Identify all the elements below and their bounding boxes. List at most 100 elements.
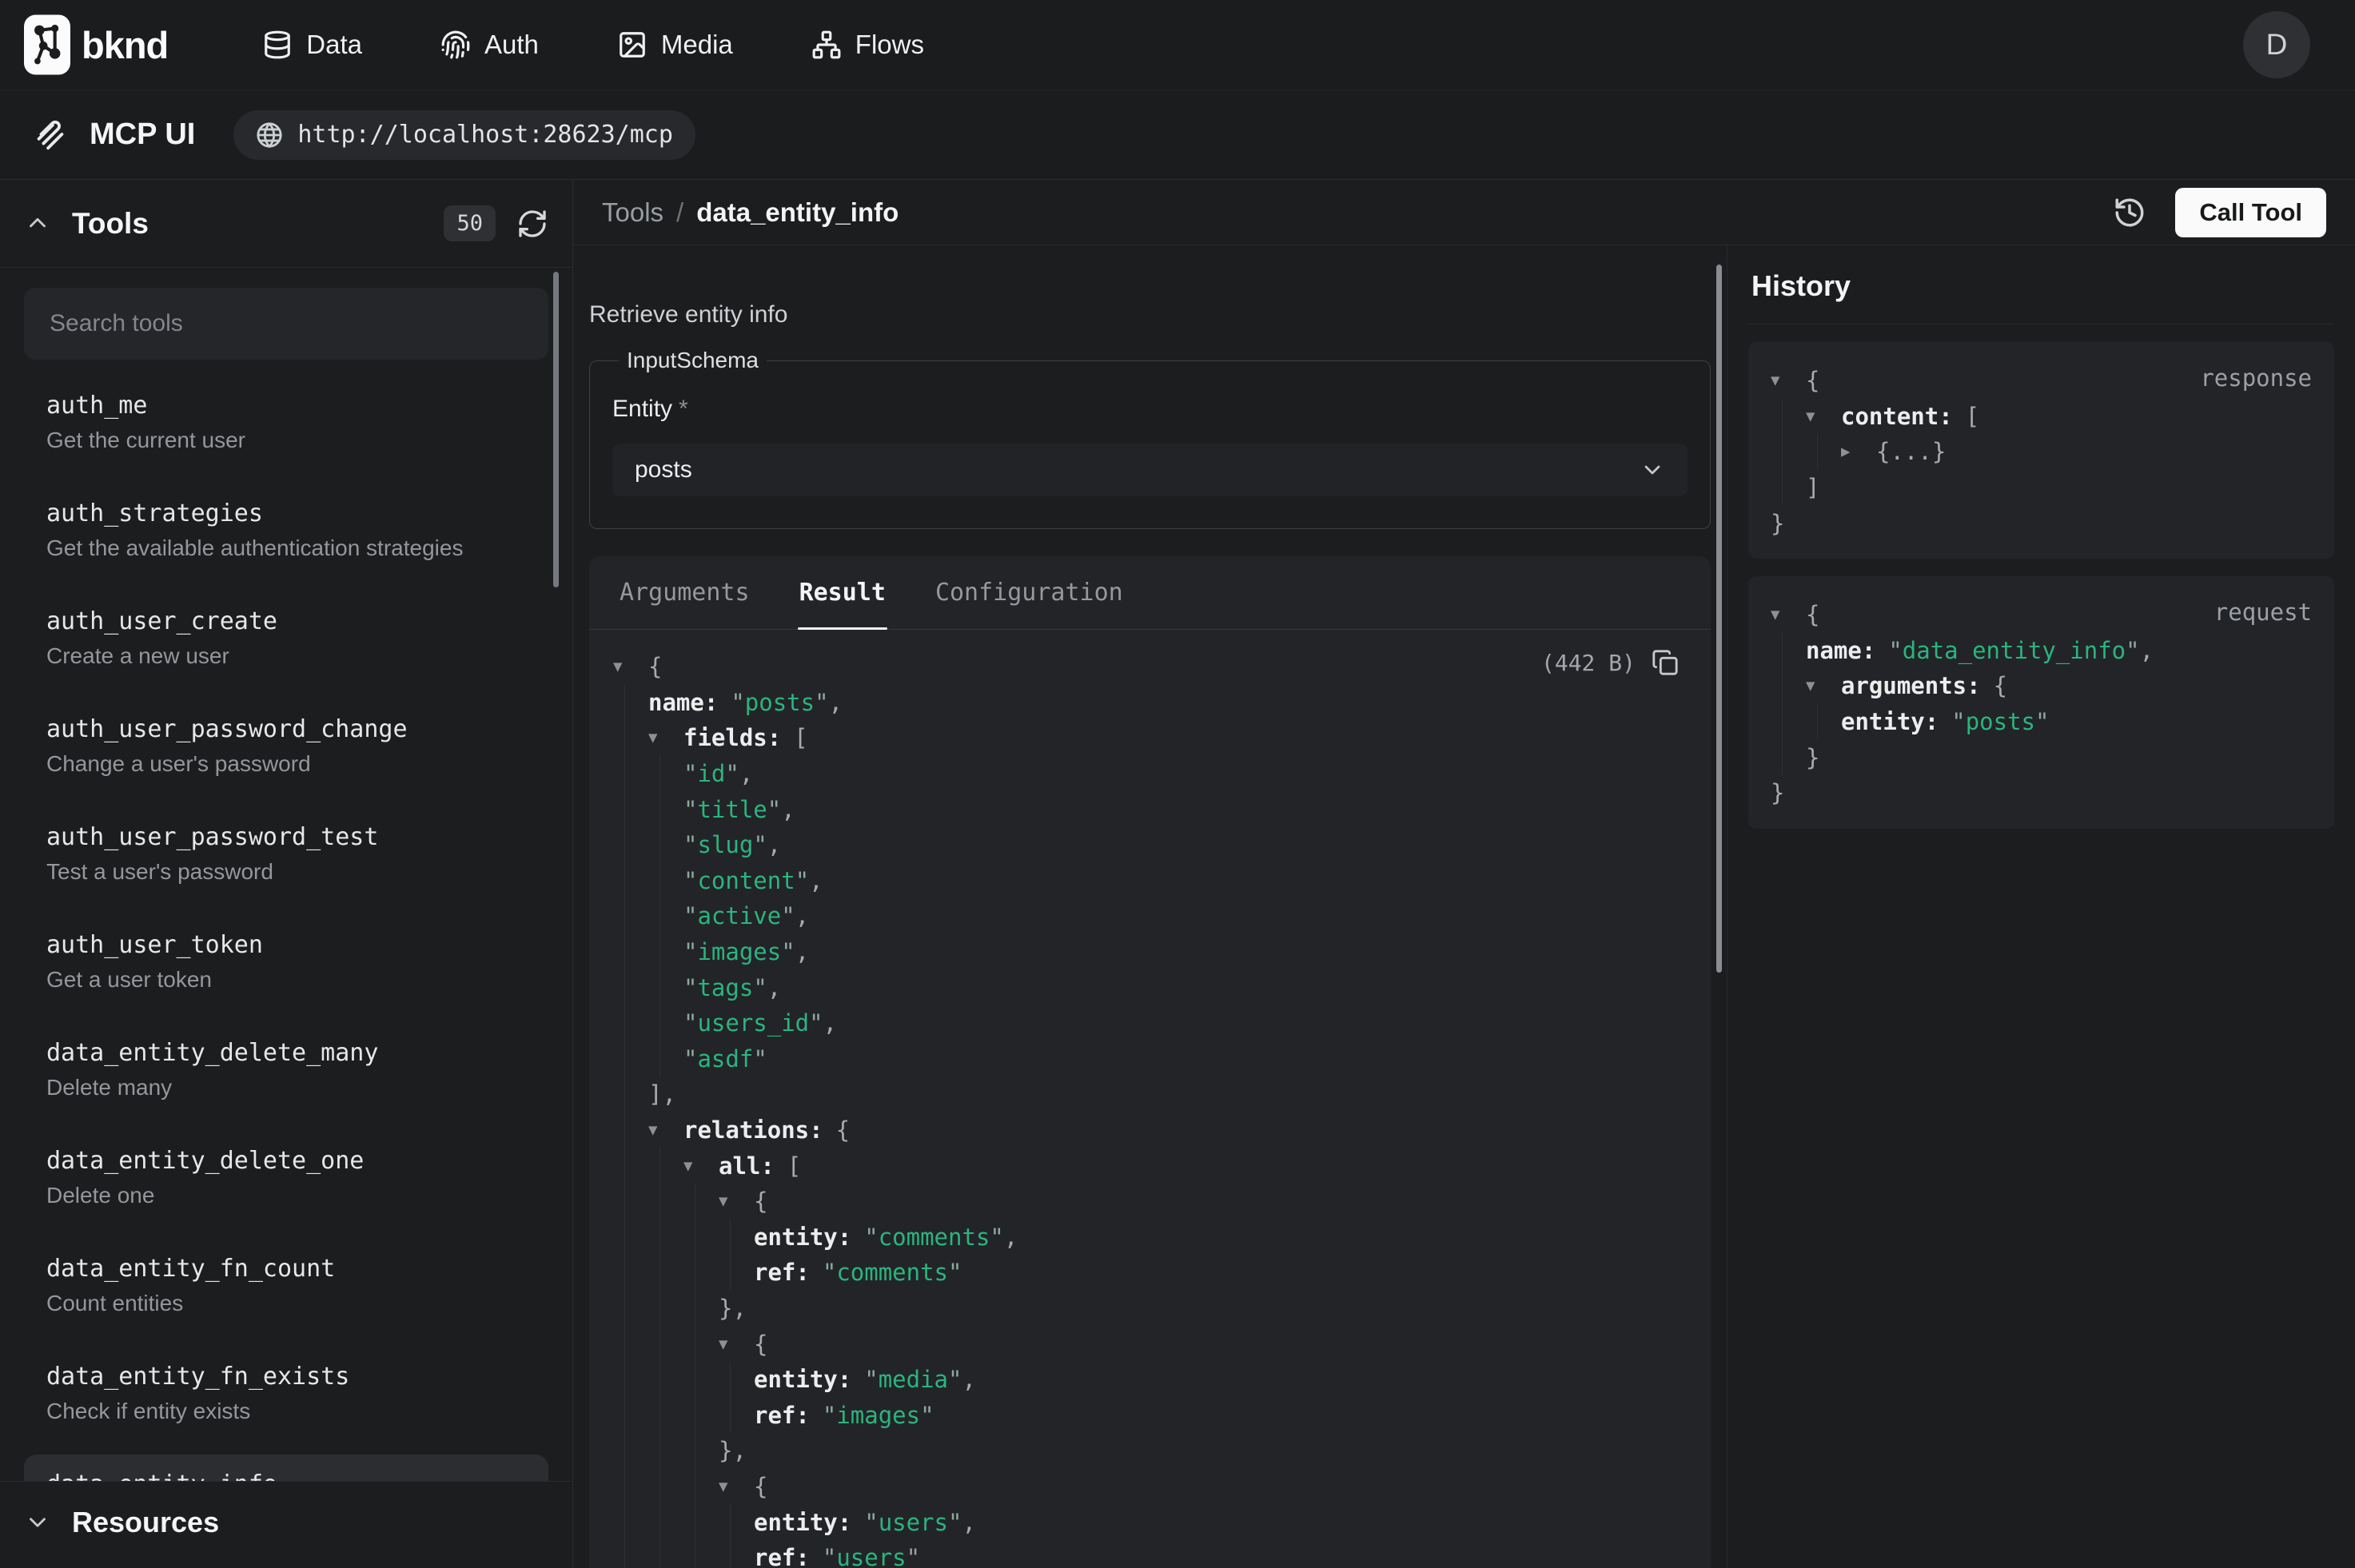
tool-list-item-data_entity_info[interactable]: data_entity_infoRetrieve entity info	[24, 1455, 548, 1481]
tools-section-title: Tools	[72, 207, 423, 241]
breadcrumb-current: data_entity_info	[696, 197, 899, 228]
indent-guide	[730, 1255, 765, 1291]
history-button[interactable]	[2113, 196, 2146, 229]
indent-guide	[659, 1540, 695, 1568]
mcp-logo-icon	[32, 117, 69, 153]
tool-name: auth_user_create	[46, 607, 526, 635]
chevron-up-icon	[24, 210, 51, 237]
nav-item-media[interactable]: Media	[617, 30, 733, 60]
indent-guide	[695, 1184, 730, 1220]
tool-list-item-auth_user_create[interactable]: auth_user_create Create a new user	[24, 591, 548, 685]
tool-list-item-auth_user_password_test[interactable]: auth_user_password_testTest a user's pas…	[24, 807, 548, 901]
entity-select[interactable]: posts	[612, 444, 1688, 496]
tab-arguments[interactable]: Arguments	[618, 556, 751, 629]
json-tree-line: ▶{...}	[1771, 434, 2312, 470]
main-scrollbar-thumb[interactable]	[1716, 265, 1722, 973]
fingerprint-icon	[440, 30, 471, 60]
json-tree-line: "slug",	[613, 827, 1679, 863]
globe-icon	[256, 121, 283, 149]
result-size-badge: (442 B)	[1541, 650, 1636, 676]
json-string-value: "images"	[823, 1402, 934, 1429]
tool-name: auth_user_password_test	[46, 823, 526, 851]
breadcrumb-root[interactable]: Tools	[602, 197, 663, 228]
indent-guide	[624, 1005, 659, 1041]
history-panel: History response▼{▼content:[▶{...}]}requ…	[1727, 245, 2355, 1568]
bknd-logo[interactable]: bknd	[24, 14, 168, 75]
nav-item-flows[interactable]: Flows	[811, 30, 924, 60]
refresh-tools-button[interactable]	[516, 208, 548, 240]
copy-result-button[interactable]	[1652, 649, 1679, 676]
nav-item-auth[interactable]: Auth	[440, 30, 539, 60]
json-tree-line: ▼all:[	[613, 1148, 1679, 1184]
json-tree-line: ▼{	[613, 1469, 1679, 1505]
tab-configuration[interactable]: Configuration	[934, 556, 1125, 629]
json-string-value: "comments"	[823, 1259, 962, 1286]
tool-detail-panel: Retrieve entity info InputSchema Entity*…	[573, 245, 1727, 1568]
tab-result[interactable]: Result	[798, 556, 887, 629]
indent-guide	[659, 969, 695, 1005]
indent-guide	[695, 1255, 730, 1291]
tools-section-header[interactable]: Tools 50	[0, 180, 572, 268]
tool-list-item-auth_user_password_change[interactable]: auth_user_password_changeChange a user's…	[24, 699, 548, 793]
indent-guide	[1817, 704, 1852, 740]
tool-list-item-data_entity_delete_one[interactable]: data_entity_delete_oneDelete one	[24, 1131, 548, 1224]
tool-description: Create a new user	[46, 643, 526, 669]
tool-list-item-auth_strategies[interactable]: auth_strategiesGet the available authent…	[24, 484, 548, 577]
history-card-request[interactable]: request▼{name:"data_entity_info",▼argume…	[1748, 576, 2334, 829]
nav-item-data[interactable]: Data	[262, 30, 362, 60]
chevron-down-icon	[24, 1509, 51, 1536]
indent-guide	[1782, 633, 1817, 669]
json-tree-line: },	[613, 1433, 1679, 1469]
json-tree-line: entity:"posts"	[1771, 704, 2312, 740]
json-key: fields:	[683, 724, 781, 751]
copy-icon	[1652, 649, 1679, 676]
indent-guide	[624, 720, 659, 756]
call-tool-button[interactable]: Call Tool	[2175, 188, 2326, 237]
tool-list-item-auth_user_token[interactable]: auth_user_tokenGet a user token	[24, 915, 548, 1009]
indent-guide	[624, 1326, 659, 1362]
indent-guide	[659, 1041, 695, 1077]
indent-guide	[624, 1255, 659, 1291]
json-punctuation: {	[754, 1331, 767, 1358]
json-string-value: "users"	[823, 1544, 920, 1568]
json-tree-line: ],	[613, 1077, 1679, 1112]
indent-guide	[659, 1326, 695, 1362]
indent-guide	[624, 1504, 659, 1540]
result-tabs: Arguments Result Configuration	[589, 556, 1711, 630]
indent-guide	[659, 1362, 695, 1398]
resources-section-header[interactable]: Resources	[0, 1481, 572, 1568]
indent-guide	[624, 1469, 659, 1505]
json-key: relations:	[683, 1116, 823, 1144]
json-key: all:	[719, 1152, 775, 1180]
indent-guide	[624, 1540, 659, 1568]
content-column: Tools / data_entity_info Call Tool	[573, 180, 2355, 1568]
indent-guide	[1782, 704, 1817, 740]
json-tree-line: ▼fields:[	[613, 720, 1679, 756]
tool-list-item-auth_me[interactable]: auth_meGet the current user	[24, 376, 548, 469]
tool-list-item-data_entity_delete_many[interactable]: data_entity_delete_manyDelete many	[24, 1023, 548, 1116]
indent-guide	[624, 898, 659, 934]
indent-guide	[659, 1255, 695, 1291]
json-tree-line: "users_id",	[613, 1005, 1679, 1041]
result-card: Arguments Result Configuration (442 B)	[589, 556, 1711, 1568]
json-tree-line: name:"posts",	[613, 685, 1679, 721]
indent-guide	[624, 685, 659, 721]
sidebar-scrollbar-thumb[interactable]	[553, 272, 559, 587]
mcp-ui-app: bknd DataAuthMediaFlows D MCP UI http://…	[0, 0, 2355, 1568]
search-tools-input[interactable]	[24, 288, 548, 360]
tree-collapse-icon[interactable]: ▼	[1771, 372, 1806, 389]
json-key: entity:	[754, 1509, 851, 1536]
mcp-url-chip[interactable]: http://localhost:28623/mcp	[233, 110, 695, 160]
indent-guide	[624, 1433, 659, 1469]
user-avatar[interactable]: D	[2243, 11, 2310, 78]
tree-collapse-icon[interactable]: ▼	[613, 658, 648, 675]
tool-description: Retrieve entity info	[589, 301, 1711, 328]
history-card-response[interactable]: response▼{▼content:[▶{...}]}	[1748, 342, 2334, 559]
tool-list-item-data_entity_fn_exists[interactable]: data_entity_fn_existsCheck if entity exi…	[24, 1347, 548, 1440]
json-punctuation: {	[1806, 367, 1819, 394]
mcp-url: http://localhost:28623/mcp	[297, 121, 673, 149]
tree-collapse-icon[interactable]: ▼	[1771, 606, 1806, 623]
indent-guide	[659, 827, 695, 863]
indent-guide	[659, 1184, 695, 1220]
tool-list-item-data_entity_fn_count[interactable]: data_entity_fn_countCount entities	[24, 1239, 548, 1332]
